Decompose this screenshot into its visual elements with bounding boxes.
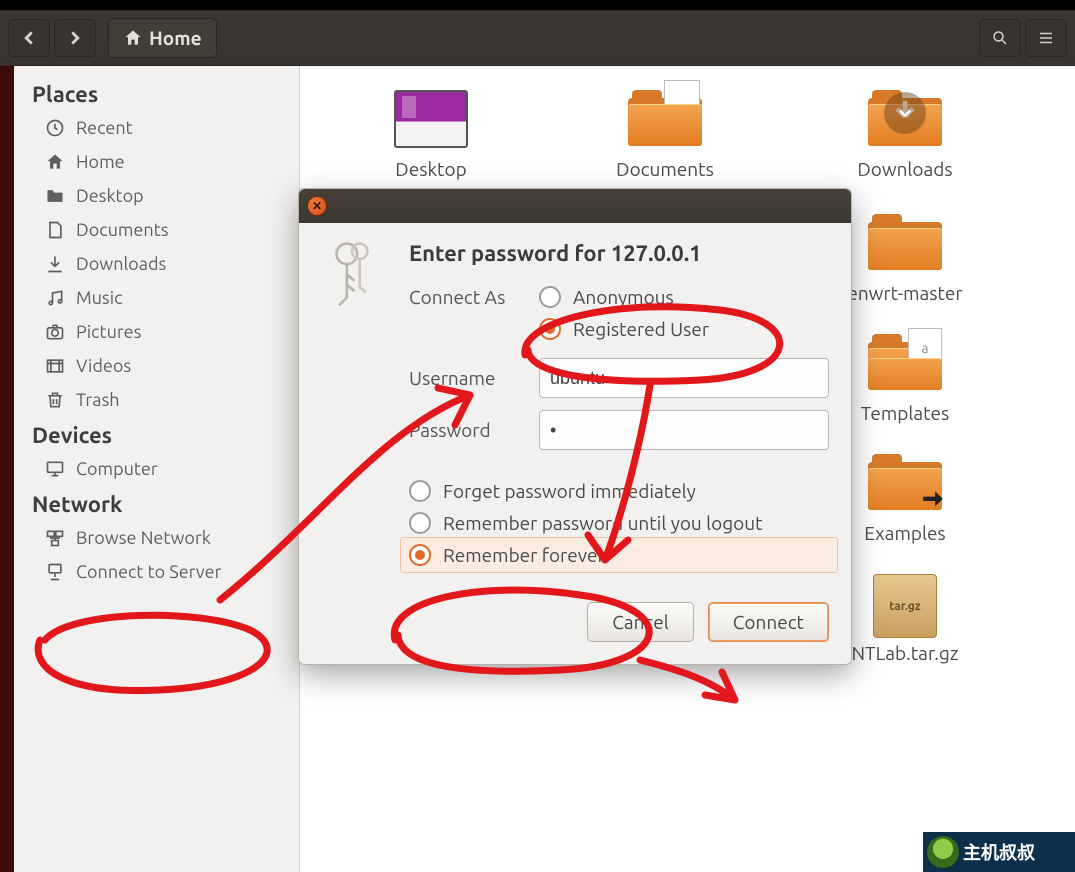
password-label: Password bbox=[409, 419, 539, 441]
clock-icon bbox=[44, 118, 66, 138]
radio-label: Registered User bbox=[573, 318, 709, 340]
home-icon bbox=[44, 152, 66, 172]
radio-label: Anonymous bbox=[573, 286, 674, 308]
sidebar-item-downloads[interactable]: Downloads bbox=[14, 247, 299, 281]
folder-icon bbox=[866, 214, 944, 278]
keys-icon bbox=[321, 241, 391, 317]
sidebar-item-connect-server[interactable]: Connect to Server bbox=[14, 555, 299, 589]
radio-anonymous[interactable]: Anonymous bbox=[539, 286, 709, 308]
radio-forget-immediately[interactable]: Forget password immediately bbox=[409, 480, 829, 502]
file-label: Downloads bbox=[820, 158, 990, 180]
radio-label: Remember password until you logout bbox=[443, 512, 763, 534]
watermark: 主机叔叔 bbox=[923, 832, 1075, 872]
toolbar: Home bbox=[0, 10, 1075, 66]
password-dialog: ✕ Enter password for 127.0.0.1 Connect A… bbox=[298, 188, 852, 665]
radio-icon bbox=[539, 286, 561, 308]
sidebar-item-label: Computer bbox=[76, 459, 158, 479]
sidebar: Places Recent Home Desktop Documents Dow… bbox=[14, 66, 300, 872]
sidebar-item-label: Trash bbox=[76, 390, 120, 410]
radio-icon bbox=[539, 318, 561, 340]
sidebar-item-music[interactable]: Music bbox=[14, 281, 299, 315]
sidebar-item-desktop[interactable]: Desktop bbox=[14, 179, 299, 213]
trash-icon bbox=[44, 390, 66, 410]
menu-button[interactable] bbox=[1025, 19, 1067, 57]
radio-icon bbox=[409, 512, 431, 534]
cancel-button[interactable]: Cancel bbox=[587, 602, 694, 642]
sidebar-item-videos[interactable]: Videos bbox=[14, 349, 299, 383]
archive-badge: tar.gz bbox=[889, 600, 920, 613]
server-icon bbox=[44, 562, 66, 582]
location-label: Home bbox=[149, 27, 202, 49]
sidebar-item-pictures[interactable]: Pictures bbox=[14, 315, 299, 349]
sidebar-item-label: Music bbox=[76, 288, 122, 308]
sidebar-item-label: Connect to Server bbox=[76, 562, 221, 582]
radio-label: Remember forever bbox=[443, 544, 605, 566]
folder-icon bbox=[44, 186, 66, 206]
forward-button[interactable] bbox=[54, 19, 96, 57]
radio-icon bbox=[409, 480, 431, 502]
camera-icon bbox=[44, 322, 66, 342]
file-item-desktop[interactable]: Desktop bbox=[346, 90, 516, 180]
sidebar-item-label: Desktop bbox=[76, 186, 144, 206]
location-home-button[interactable]: Home bbox=[108, 18, 217, 58]
password-input[interactable] bbox=[539, 410, 829, 450]
radio-icon bbox=[409, 544, 431, 566]
launcher-edge bbox=[0, 66, 14, 872]
file-label: Desktop bbox=[346, 158, 516, 180]
network-icon bbox=[44, 528, 66, 548]
radio-remember-logout[interactable]: Remember password until you logout bbox=[409, 512, 829, 534]
file-item-documents[interactable]: Documents bbox=[580, 90, 750, 180]
back-button[interactable] bbox=[8, 19, 50, 57]
folder-icon bbox=[626, 90, 704, 154]
folder-icon bbox=[866, 90, 944, 154]
search-button[interactable] bbox=[979, 19, 1021, 57]
archive-icon: tar.gz bbox=[866, 574, 944, 638]
desktop-icon bbox=[392, 90, 470, 154]
folder-icon bbox=[866, 454, 944, 518]
sidebar-item-browse-network[interactable]: Browse Network bbox=[14, 521, 299, 555]
radio-remember-forever[interactable]: Remember forever bbox=[400, 537, 838, 573]
file-label: Documents bbox=[580, 158, 750, 180]
video-icon bbox=[44, 356, 66, 376]
sidebar-item-label: Downloads bbox=[76, 254, 166, 274]
music-icon bbox=[44, 288, 66, 308]
radio-registered-user[interactable]: Registered User bbox=[539, 318, 709, 340]
sidebar-item-home[interactable]: Home bbox=[14, 145, 299, 179]
devices-heading: Devices bbox=[14, 417, 299, 452]
places-heading: Places bbox=[14, 76, 299, 111]
sidebar-item-label: Browse Network bbox=[76, 528, 211, 548]
file-item-downloads[interactable]: Downloads bbox=[820, 90, 990, 180]
dialog-title: Enter password for 127.0.0.1 bbox=[409, 241, 829, 266]
username-label: Username bbox=[409, 367, 539, 389]
radio-label: Forget password immediately bbox=[443, 480, 696, 502]
connect-as-label: Connect As bbox=[409, 286, 539, 308]
sidebar-item-label: Videos bbox=[76, 356, 131, 376]
window-titlebar bbox=[0, 0, 1075, 10]
dialog-titlebar[interactable]: ✕ bbox=[299, 189, 851, 223]
folder-icon: a bbox=[866, 334, 944, 398]
username-input[interactable] bbox=[539, 358, 829, 398]
sidebar-item-trash[interactable]: Trash bbox=[14, 383, 299, 417]
sidebar-item-label: Pictures bbox=[76, 322, 141, 342]
sidebar-item-computer[interactable]: Computer bbox=[14, 452, 299, 486]
sidebar-item-documents[interactable]: Documents bbox=[14, 213, 299, 247]
computer-icon bbox=[44, 459, 66, 479]
network-heading: Network bbox=[14, 486, 299, 521]
sidebar-item-label: Documents bbox=[76, 220, 169, 240]
sidebar-item-recent[interactable]: Recent bbox=[14, 111, 299, 145]
download-icon bbox=[44, 254, 66, 274]
connect-button[interactable]: Connect bbox=[708, 602, 829, 642]
document-icon bbox=[44, 220, 66, 240]
sidebar-item-label: Home bbox=[76, 152, 125, 172]
watermark-text: 主机叔叔 bbox=[963, 839, 1035, 865]
close-button[interactable]: ✕ bbox=[307, 196, 327, 216]
sidebar-item-label: Recent bbox=[76, 118, 133, 138]
